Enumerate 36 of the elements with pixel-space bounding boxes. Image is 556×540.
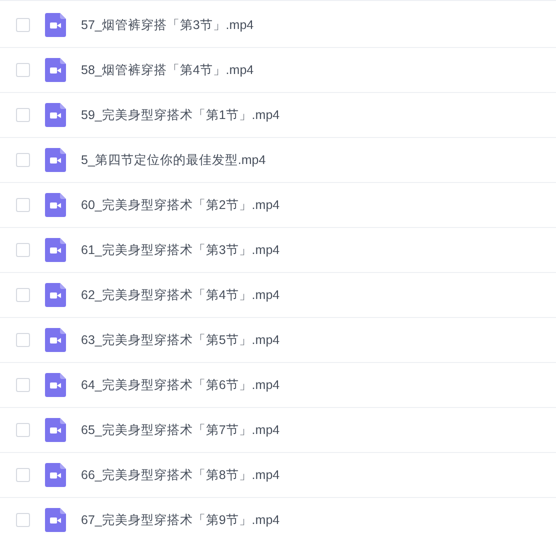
file-name[interactable]: 61_完美身型穿搭术「第3节」.mp4	[81, 240, 280, 260]
file-name[interactable]: 64_完美身型穿搭术「第6节」.mp4	[81, 376, 280, 394]
file-name[interactable]: 63_完美身型穿搭术「第5节」.mp4	[81, 330, 280, 350]
checkbox[interactable]	[16, 243, 30, 257]
checkbox[interactable]	[16, 423, 30, 437]
checkbox[interactable]	[16, 63, 30, 77]
file-name[interactable]: 5_第四节定位你的最佳发型.mp4	[81, 150, 266, 170]
file-name[interactable]: 57_烟管裤穿搭「第3节」.mp4	[81, 16, 254, 34]
video-file-icon	[45, 103, 66, 127]
checkbox[interactable]	[16, 468, 30, 482]
checkbox[interactable]	[16, 153, 30, 167]
checkbox[interactable]	[16, 288, 30, 302]
checkbox[interactable]	[16, 108, 30, 122]
video-file-icon	[45, 58, 66, 82]
video-file-icon	[45, 238, 66, 262]
video-file-icon	[45, 13, 66, 37]
video-file-icon	[45, 463, 66, 487]
file-name[interactable]: 58_烟管裤穿搭「第4节」.mp4	[81, 60, 254, 80]
file-name[interactable]: 65_完美身型穿搭术「第7节」.mp4	[81, 420, 280, 440]
video-file-icon	[45, 508, 66, 532]
video-file-icon	[45, 418, 66, 442]
file-name[interactable]: 60_完美身型穿搭术「第2节」.mp4	[81, 196, 280, 214]
file-name[interactable]: 67_完美身型穿搭术「第9节」.mp4	[81, 510, 280, 530]
checkbox[interactable]	[16, 378, 30, 392]
checkbox[interactable]	[16, 198, 30, 212]
video-file-icon	[45, 328, 66, 352]
video-file-icon	[45, 373, 66, 397]
video-file-icon	[45, 193, 66, 217]
checkbox[interactable]	[16, 18, 30, 32]
checkbox[interactable]	[16, 513, 30, 527]
video-file-icon	[45, 148, 66, 172]
video-file-icon	[45, 283, 66, 307]
file-name[interactable]: 59_完美身型穿搭术「第1节」.mp4	[81, 106, 280, 124]
file-name[interactable]: 62_完美身型穿搭术「第4节」.mp4	[81, 286, 280, 304]
checkbox[interactable]	[16, 333, 30, 347]
file-name[interactable]: 66_完美身型穿搭术「第8节」.mp4	[81, 466, 280, 484]
